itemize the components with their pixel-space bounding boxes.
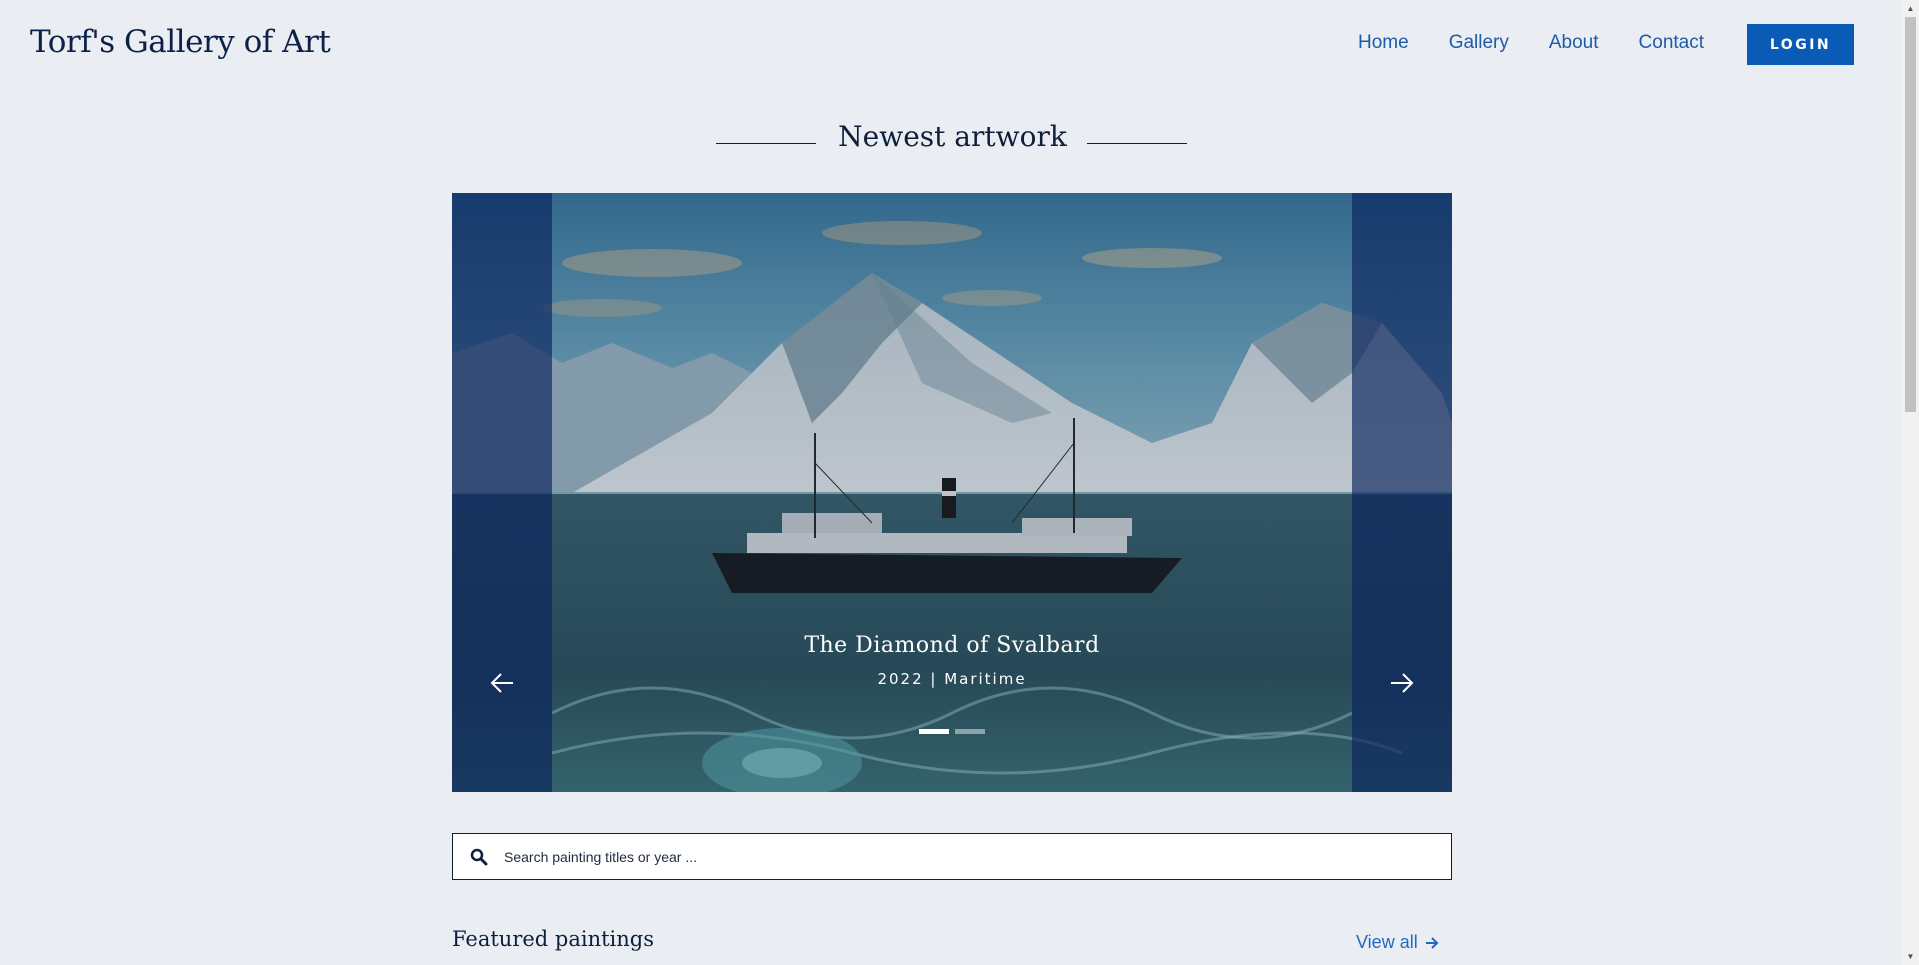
search-icon	[470, 848, 488, 865]
carousel-indicator-2[interactable]	[955, 729, 985, 734]
newest-artwork-heading: Newest artwork	[0, 120, 1905, 160]
slide-meta: 2022 | Maritime	[877, 670, 1027, 688]
heading-divider-right	[1087, 143, 1187, 144]
carousel-next-button[interactable]	[1382, 663, 1422, 703]
page-scrollbar[interactable]: ▲ ▼	[1902, 0, 1919, 965]
arrow-left-icon	[490, 673, 513, 693]
section-title: Newest artwork	[838, 120, 1067, 153]
artwork-carousel: The Diamond of Svalbard 2022 | Maritime	[452, 193, 1452, 792]
slide-dim-overlay	[552, 193, 1352, 792]
slide-title: The Diamond of Svalbard	[804, 633, 1100, 658]
carousel-indicators	[919, 729, 985, 734]
scroll-down-arrow-icon[interactable]: ▼	[1902, 948, 1919, 965]
arrow-right-icon	[1391, 673, 1414, 693]
carousel-indicator-1[interactable]	[919, 729, 949, 734]
view-all-link[interactable]: View all	[1356, 932, 1440, 953]
nav-home-link[interactable]: Home	[1358, 32, 1409, 54]
arrow-right-icon	[1425, 936, 1439, 949]
nav-gallery-link[interactable]: Gallery	[1449, 32, 1509, 54]
scroll-up-arrow-icon[interactable]: ▲	[1902, 0, 1919, 17]
main-nav: Home Gallery About Contact	[1358, 32, 1744, 54]
search-bar	[452, 833, 1452, 880]
login-button[interactable]: LOGIN	[1747, 24, 1854, 65]
scroll-thumb[interactable]	[1905, 17, 1916, 412]
site-title[interactable]: Torf's Gallery of Art	[30, 24, 331, 60]
featured-paintings-heading: Featured paintings	[452, 927, 655, 951]
nav-about-link[interactable]: About	[1549, 32, 1599, 54]
carousel-prev-button[interactable]	[482, 663, 522, 703]
nav-contact-link[interactable]: Contact	[1639, 32, 1704, 54]
search-input[interactable]	[502, 847, 1406, 866]
view-all-label: View all	[1356, 932, 1418, 952]
